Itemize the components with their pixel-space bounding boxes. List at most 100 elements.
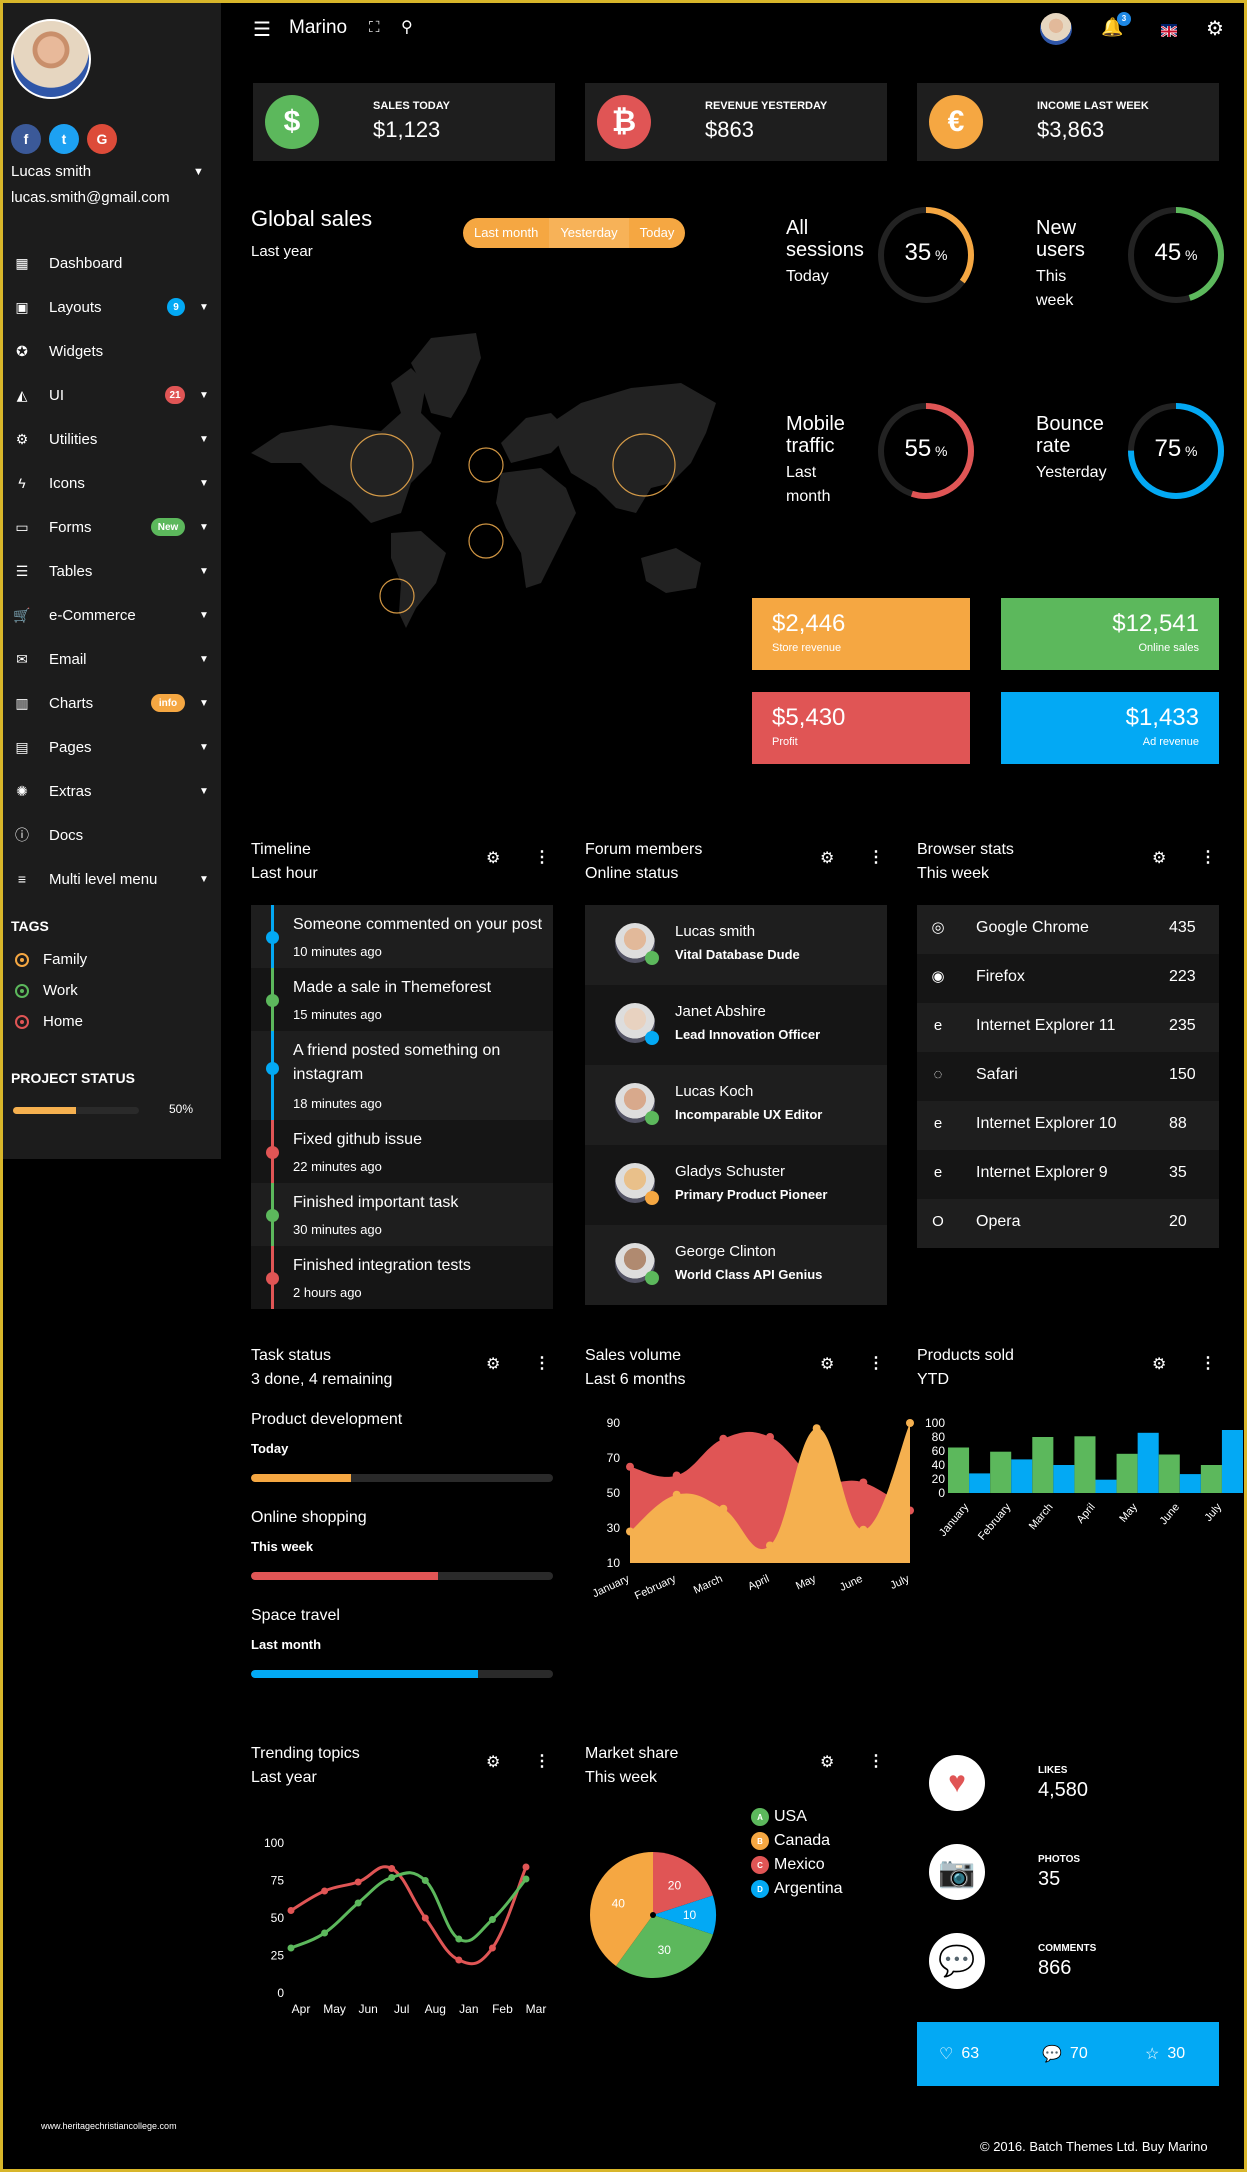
browser-row[interactable]: e Internet Explorer 10 88 [917, 1101, 1219, 1150]
sidebar-item-dashboard[interactable]: ▦ Dashboard [3, 241, 221, 285]
panel-settings-icon[interactable]: ⚙ [1152, 848, 1166, 868]
member-item[interactable]: Lucas smith Vital Database Dude [585, 905, 887, 985]
panel-settings-icon[interactable]: ⚙ [820, 848, 834, 868]
sidebar-item-widgets[interactable]: ✪ Widgets [3, 329, 221, 373]
user-avatar-small[interactable] [1040, 13, 1072, 45]
donut-subtitle-line: week [1036, 292, 1074, 309]
panel-settings-icon[interactable]: ⚙ [486, 1752, 500, 1772]
facebook-icon[interactable]: f [11, 124, 41, 154]
sidebar-item-ui[interactable]: ◭ UI 21 ▼ [3, 373, 221, 417]
browser-row[interactable]: ◎ Google Chrome 435 [917, 905, 1219, 954]
sidebar-item-charts[interactable]: ▥ Charts info ▼ [3, 681, 221, 725]
chevron-down-icon[interactable]: ▼ [199, 786, 209, 797]
donut-value: 75 % [1126, 435, 1226, 463]
social-stat-value: 35 [1038, 1868, 1061, 1890]
timeline-text: Finished important task [293, 1194, 459, 1211]
google-icon[interactable]: G [87, 124, 117, 154]
chevron-down-icon[interactable]: ▼ [199, 610, 209, 621]
legend-label: USA [774, 1808, 807, 1825]
browser-row[interactable]: O Opera 20 [917, 1199, 1219, 1248]
map-marker-europe[interactable] [468, 447, 504, 483]
sidebar-item-e-commerce[interactable]: 🛒 e-Commerce ▼ [3, 593, 221, 637]
dollar-icon: $ [265, 95, 319, 149]
more-vert-icon[interactable]: ⋮ [868, 847, 884, 867]
chevron-down-icon[interactable]: ▼ [199, 478, 209, 489]
chevron-down-icon[interactable]: ▼ [199, 742, 209, 753]
products-sold-chart: 020406080100 January February March April May… [925, 1416, 1243, 1543]
world-map[interactable] [251, 313, 721, 633]
sidebar-item-utilities[interactable]: ⚙ Utilities ▼ [3, 417, 221, 461]
uk-flag-icon[interactable] [1160, 24, 1178, 38]
search-icon[interactable]: ⚲ [401, 17, 413, 37]
tab-today[interactable]: Today [629, 218, 686, 248]
more-vert-icon[interactable]: ⋮ [1200, 1353, 1216, 1373]
timeline-dot [266, 931, 279, 944]
more-vert-icon[interactable]: ⋮ [1200, 847, 1216, 867]
timeline-dot [266, 1146, 279, 1159]
settings-gear-icon[interactable]: ⚙ [1206, 16, 1224, 41]
member-item[interactable]: Lucas Koch Incomparable UX Editor [585, 1065, 887, 1145]
member-item[interactable]: Gladys Schuster Primary Product Pioneer [585, 1145, 887, 1225]
sidebar-item-docs[interactable]: ⓘ Docs [3, 813, 221, 857]
panel-settings-icon[interactable]: ⚙ [820, 1752, 834, 1772]
legend-item[interactable]: D Argentina [751, 1880, 843, 1898]
chevron-down-icon[interactable]: ▼ [199, 874, 209, 885]
legend-item[interactable]: B Canada [751, 1832, 830, 1850]
map-marker-africa[interactable] [468, 523, 504, 559]
tag-work[interactable]: Work [15, 982, 78, 999]
panel-settings-icon[interactable]: ⚙ [1152, 1354, 1166, 1374]
line-series-B [290, 1871, 528, 1950]
chevron-down-icon[interactable]: ▼ [199, 698, 209, 709]
chevron-down-icon[interactable]: ▼ [199, 302, 209, 313]
euro-icon: € [929, 95, 983, 149]
sidebar-item-tables[interactable]: ☰ Tables ▼ [3, 549, 221, 593]
browser-row[interactable]: e Internet Explorer 11 235 [917, 1003, 1219, 1052]
member-item[interactable]: Janet Abshire Lead Innovation Officer [585, 985, 887, 1065]
sidebar-item-multi-level-menu[interactable]: ≡ Multi level menu ▼ [3, 857, 221, 901]
social-count[interactable]: ♡ 63 [939, 2044, 979, 2064]
more-vert-icon[interactable]: ⋮ [534, 847, 550, 867]
more-vert-icon[interactable]: ⋮ [868, 1751, 884, 1771]
app-title[interactable]: Marino [289, 17, 347, 39]
tab-yesterday[interactable]: Yesterday [549, 218, 629, 248]
user-name[interactable]: Lucas smith [11, 163, 91, 180]
sidebar-item-icons[interactable]: ϟ Icons ▼ [3, 461, 221, 505]
chevron-down-icon[interactable]: ▼ [199, 566, 209, 577]
donut-subtitle: Last month [786, 461, 830, 509]
menu-icon[interactable]: ☰ [253, 17, 271, 42]
panel-settings-icon[interactable]: ⚙ [486, 1354, 500, 1374]
browser-row[interactable]: ◌ Safari 150 [917, 1052, 1219, 1101]
more-vert-icon[interactable]: ⋮ [534, 1751, 550, 1771]
chevron-down-icon[interactable]: ▼ [199, 434, 209, 445]
chevron-down-icon[interactable]: ▼ [199, 654, 209, 665]
panel-settings-icon[interactable]: ⚙ [820, 1354, 834, 1374]
chevron-down-icon[interactable]: ▼ [199, 522, 209, 533]
more-vert-icon[interactable]: ⋮ [868, 1353, 884, 1373]
sidebar-item-forms[interactable]: ▭ Forms New ▼ [3, 505, 221, 549]
browser-row[interactable]: ◉ Firefox 223 [917, 954, 1219, 1003]
data-point [626, 1527, 634, 1536]
fullscreen-icon[interactable]: ⛶ [369, 19, 380, 36]
sidebar-item-pages[interactable]: ▤ Pages ▼ [3, 725, 221, 769]
user-avatar[interactable] [11, 19, 91, 99]
timeline-subtitle: Last hour [251, 865, 318, 882]
chevron-down-icon[interactable]: ▼ [199, 390, 209, 401]
more-vert-icon[interactable]: ⋮ [534, 1353, 550, 1373]
social-count[interactable]: 💬 70 [1042, 2044, 1088, 2064]
member-item[interactable]: George Clinton World Class API Genius [585, 1225, 887, 1305]
sidebar-item-email[interactable]: ✉ Email ▼ [3, 637, 221, 681]
social-count[interactable]: ☆ 30 [1145, 2044, 1185, 2064]
copyright[interactable]: © 2016. Batch Themes Ltd. Buy Marino [980, 2139, 1208, 2154]
tag-home[interactable]: Home [15, 1013, 83, 1030]
tag-family[interactable]: Family [15, 951, 87, 968]
browser-row[interactable]: e Internet Explorer 9 35 [917, 1150, 1219, 1199]
sidebar-item-extras[interactable]: ✺ Extras ▼ [3, 769, 221, 813]
legend-item[interactable]: A USA [751, 1808, 807, 1826]
user-menu-caret-icon[interactable]: ▼ [193, 166, 204, 178]
twitter-icon[interactable]: t [49, 124, 79, 154]
legend-item[interactable]: C Mexico [751, 1856, 825, 1874]
sidebar-item-layouts[interactable]: ▣ Layouts 9 ▼ [3, 285, 221, 329]
panel-settings-icon[interactable]: ⚙ [486, 848, 500, 868]
browsers-title: Browser stats [917, 841, 1014, 858]
tab-last-month[interactable]: Last month [463, 218, 549, 248]
